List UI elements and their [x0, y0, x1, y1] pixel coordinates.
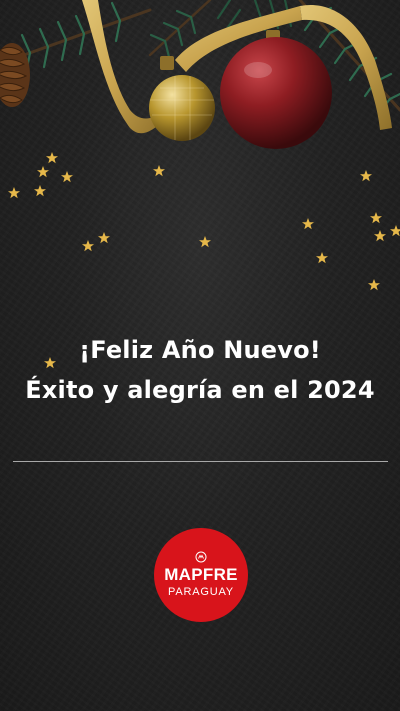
new-year-card: ¡Feliz Año Nuevo! Éxito y alegría en el …: [0, 0, 400, 711]
logo-country: PARAGUAY: [168, 586, 234, 598]
greeting-message: ¡Feliz Año Nuevo! Éxito y alegría en el …: [0, 330, 400, 410]
greeting-title: ¡Feliz Año Nuevo!: [79, 336, 321, 364]
greeting-subtitle: Éxito y alegría en el 2024: [25, 376, 375, 404]
mapfre-emblem-icon: [195, 551, 207, 563]
mapfre-logo: MAPFRE PARAGUAY: [154, 528, 248, 622]
logo-brand: MAPFRE: [164, 565, 238, 584]
divider: [13, 461, 388, 462]
